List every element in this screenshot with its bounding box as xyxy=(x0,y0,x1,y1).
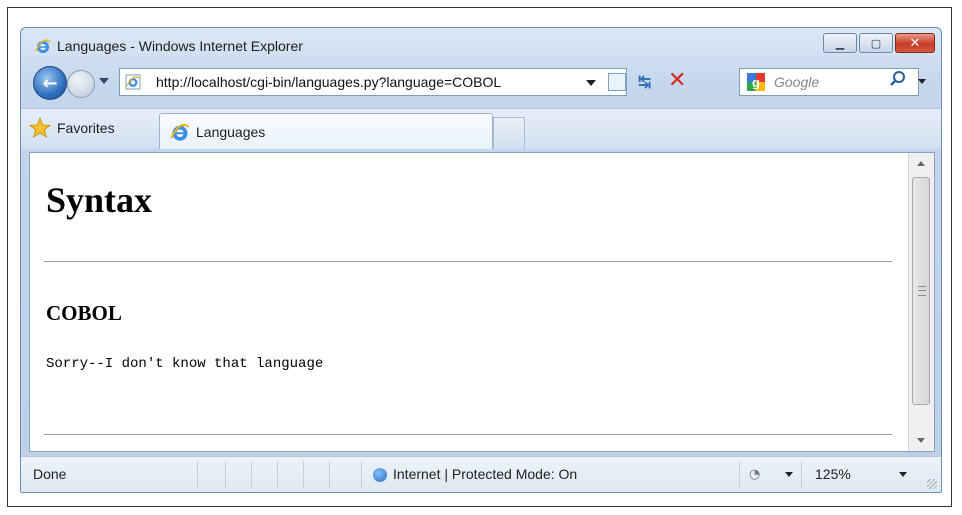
status-divider xyxy=(197,461,198,489)
protected-mode-icon[interactable]: ◔ xyxy=(749,467,760,482)
status-divider xyxy=(801,461,802,489)
tab-label: Languages xyxy=(196,123,266,140)
address-text[interactable]: http://localhost/cgi-bin/languages.py?la… xyxy=(156,74,501,90)
security-zone-text[interactable]: Internet | Protected Mode: On xyxy=(393,466,577,482)
search-options-dropdown-icon[interactable] xyxy=(918,79,926,84)
svg-text:g: g xyxy=(752,75,760,90)
zoom-level[interactable]: 125% xyxy=(815,466,851,482)
back-arrow-icon: ← xyxy=(42,72,58,94)
status-divider xyxy=(329,461,330,489)
scroll-up-icon[interactable] xyxy=(917,161,925,166)
grip-icon xyxy=(918,286,926,296)
resize-grip-icon[interactable] xyxy=(927,479,937,489)
minimize-button[interactable]: ▁ xyxy=(823,33,857,53)
favorites-button[interactable]: Favorites xyxy=(29,115,115,141)
search-icon[interactable] xyxy=(889,70,907,88)
status-divider xyxy=(361,461,362,489)
forward-button[interactable]: → xyxy=(67,70,95,98)
recent-pages-dropdown-icon[interactable] xyxy=(99,78,109,84)
vertical-scrollbar[interactable] xyxy=(908,153,934,451)
address-bar[interactable]: http://localhost/cgi-bin/languages.py?la… xyxy=(119,68,686,96)
browser-window: Languages - Windows Internet Explorer ▁ … xyxy=(20,27,942,493)
ie-tab-icon xyxy=(170,123,190,141)
scroll-down-icon[interactable] xyxy=(917,438,925,443)
tab-languages[interactable]: Languages xyxy=(159,113,493,149)
scroll-thumb[interactable] xyxy=(912,177,930,405)
ie-logo-icon xyxy=(35,39,51,53)
zoom-dropdown-icon[interactable] xyxy=(899,472,907,477)
status-divider xyxy=(303,461,304,489)
back-button[interactable]: ← xyxy=(33,66,67,100)
tab-bar: Favorites Languages xyxy=(21,108,941,149)
maximize-button[interactable]: ▢ xyxy=(859,33,893,53)
status-divider xyxy=(277,461,278,489)
horizontal-rule-bottom xyxy=(44,434,892,435)
globe-icon xyxy=(373,468,387,482)
close-icon: ✕ xyxy=(909,35,921,51)
refresh-icon[interactable]: ↹ xyxy=(638,72,651,91)
status-text: Done xyxy=(33,466,67,482)
status-divider xyxy=(251,461,252,489)
page-content: Syntax COBOL Sorry--I don't know that la… xyxy=(30,153,908,451)
compatibility-view-icon[interactable] xyxy=(608,73,626,91)
minimize-icon: ▁ xyxy=(835,36,845,50)
navigation-bar: ← → http://localhost/cgi-bin/languages.p… xyxy=(21,64,941,100)
message-text: Sorry--I don't know that language xyxy=(46,356,324,372)
language-heading: COBOL xyxy=(46,301,122,325)
new-tab-button[interactable] xyxy=(493,117,525,149)
close-button[interactable]: ✕ xyxy=(895,33,935,53)
forward-arrow-icon: → xyxy=(75,76,87,92)
status-bar: Done Internet | Protected Mode: On ◔ 125… xyxy=(21,456,941,492)
maximize-icon: ▢ xyxy=(870,36,882,50)
google-icon: g xyxy=(747,73,765,91)
search-placeholder[interactable]: Google xyxy=(774,74,819,90)
favorites-label: Favorites xyxy=(57,120,115,136)
window-controls: ▁ ▢ ✕ xyxy=(821,33,935,53)
page-heading: Syntax xyxy=(46,180,153,220)
status-divider xyxy=(739,461,740,489)
address-dropdown-icon[interactable] xyxy=(586,80,596,86)
horizontal-rule-top xyxy=(44,261,892,262)
stop-icon[interactable]: ✕ xyxy=(668,69,686,93)
star-icon xyxy=(29,117,51,138)
title-bar: Languages - Windows Internet Explorer ▁ … xyxy=(21,28,941,62)
status-divider xyxy=(225,461,226,489)
page-ie-icon xyxy=(125,74,141,90)
protected-mode-dropdown-icon[interactable] xyxy=(785,472,793,477)
page-viewport: Syntax COBOL Sorry--I don't know that la… xyxy=(29,152,935,452)
window-title: Languages - Windows Internet Explorer xyxy=(57,38,303,54)
